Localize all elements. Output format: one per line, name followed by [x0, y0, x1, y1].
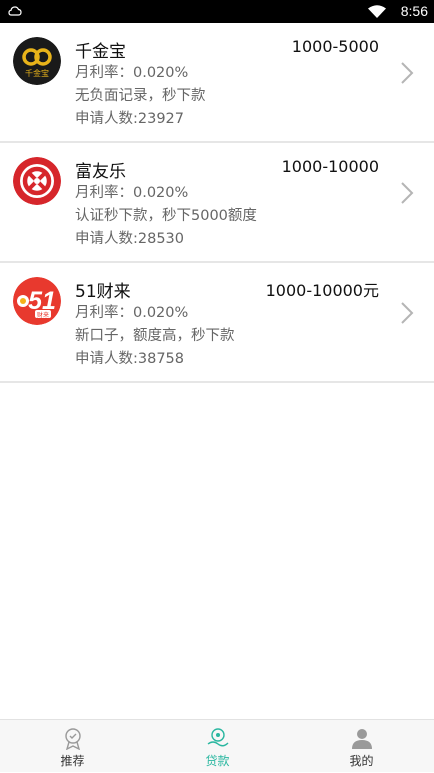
loan-description: 无负面记录，秒下款 [75, 88, 206, 104]
loan-rate: 月利率：0.020% [75, 305, 189, 321]
tab-label: 我的 [349, 754, 374, 768]
bottom-tab-bar: 推荐 贷款 我的 [0, 719, 434, 772]
loan-applicants: 申请人数:38758 [75, 351, 185, 367]
loan-amount: 1000-10000元 [265, 281, 379, 300]
tab-label: 贷款 [205, 754, 230, 768]
loan-name: 51财来 [75, 282, 131, 302]
51cailai-logo-icon: 51 财来 [13, 277, 61, 325]
loan-rate: 月利率：0.020% [75, 185, 189, 201]
status-bar: 8:56 [0, 0, 434, 23]
tab-profile[interactable]: 我的 [289, 720, 434, 773]
loan-rate: 月利率：0.020% [75, 65, 189, 81]
loan-applicants: 申请人数:28530 [75, 231, 185, 247]
tab-loan[interactable]: 贷款 [145, 720, 290, 773]
loan-name: 千金宝 [75, 42, 126, 62]
chevron-right-icon [401, 182, 414, 204]
loan-list: 千金宝 千金宝 1000-5000 月利率：0.020% 无负面记录，秒下款 申… [0, 23, 434, 383]
loan-description: 新口子，额度高，秒下款 [75, 328, 235, 344]
tab-recommend[interactable]: 推荐 [0, 720, 145, 773]
fuyoule-logo-icon [13, 157, 61, 205]
qianjinbao-logo-text: 千金宝 [25, 68, 49, 78]
tab-label: 推荐 [60, 754, 85, 768]
profile-icon [351, 729, 372, 749]
chevron-right-icon [401, 302, 414, 324]
loan-item-51cailai[interactable]: 51 财来 51财来 1000-10000元 月利率：0.020% 新口子，额度… [0, 263, 434, 383]
chevron-right-icon [401, 62, 414, 84]
51cailai-logo-sub: 财来 [37, 311, 49, 319]
loan-amount: 1000-5000 [291, 37, 379, 56]
loan-icon [207, 728, 228, 747]
wifi-icon [368, 5, 386, 18]
loan-amount: 1000-10000 [281, 157, 379, 176]
notification-cloud-icon [8, 6, 22, 16]
recommend-icon [64, 728, 81, 750]
loan-item-qianjinbao[interactable]: 千金宝 千金宝 1000-5000 月利率：0.020% 无负面记录，秒下款 申… [0, 23, 434, 143]
loan-name: 富友乐 [75, 162, 126, 182]
qianjinbao-logo-icon: 千金宝 [13, 37, 61, 85]
loan-item-fuyoule[interactable]: 富友乐 1000-10000 月利率：0.020% 认证秒下款，秒下5000额度… [0, 143, 434, 263]
status-time: 8:56 [400, 3, 428, 19]
loan-description: 认证秒下款，秒下5000额度 [75, 208, 257, 224]
loan-applicants: 申请人数:23927 [75, 111, 185, 127]
